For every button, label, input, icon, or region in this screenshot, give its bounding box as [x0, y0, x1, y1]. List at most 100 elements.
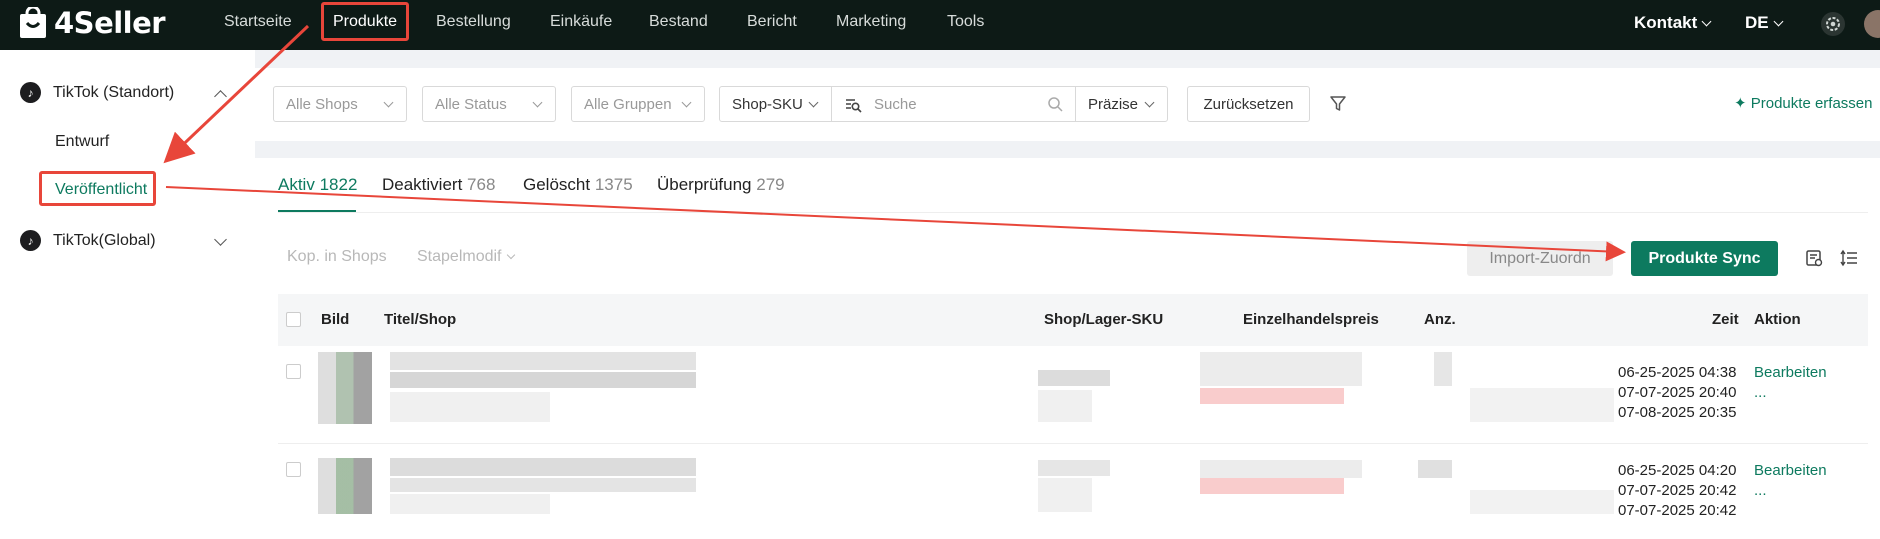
status-select-value: Alle Status: [435, 95, 507, 113]
bulk-edit-button[interactable]: Stapelmodif: [417, 248, 515, 266]
row-checkbox[interactable]: [286, 462, 301, 477]
sidebar-group-label: TikTok (Standort): [53, 83, 175, 101]
product-image[interactable]: [318, 352, 372, 424]
chevron-down-icon: [383, 97, 394, 108]
avatar[interactable]: [1864, 10, 1880, 38]
status-select[interactable]: Alle Status: [422, 86, 556, 122]
chevron-down-icon: [1701, 16, 1712, 27]
bulk-edit-label: Stapelmodif: [417, 248, 502, 265]
tiktok-icon: ♪: [20, 82, 41, 103]
updated-time: 07-07-2025 20:42: [1618, 482, 1737, 499]
gear-icon[interactable]: [1821, 12, 1845, 36]
sidebar-group-tiktok-global[interactable]: ♪ TikTok(Global): [20, 230, 156, 251]
groups-select[interactable]: Alle Gruppen: [571, 86, 705, 122]
product-title: [390, 372, 696, 388]
chevron-down-icon: [532, 97, 543, 108]
price-value: [1200, 388, 1344, 404]
tab-divider: [278, 212, 1868, 213]
match-select[interactable]: Präzise: [1075, 86, 1168, 122]
nav-marketing[interactable]: Marketing: [836, 13, 906, 31]
nav-einkaeufe[interactable]: Einkäufe: [550, 13, 612, 31]
chevron-down-icon: [506, 250, 515, 260]
chevron-down-icon: [681, 97, 692, 108]
updated-time: 07-07-2025 20:40: [1618, 384, 1737, 401]
row-checkbox[interactable]: [286, 364, 301, 379]
filter-icon[interactable]: [1329, 95, 1347, 118]
nav-bestand[interactable]: Bestand: [649, 13, 708, 31]
shops-select-value: Alle Shops: [286, 95, 358, 113]
column-header-action: Aktion: [1754, 311, 1801, 328]
language-menu[interactable]: DE: [1745, 13, 1784, 33]
highlight-sync: [1629, 239, 1780, 278]
select-all-checkbox[interactable]: [286, 312, 301, 327]
tab-count: 1822: [319, 175, 358, 194]
shopping-bag-icon: [18, 5, 48, 39]
qty-value: [1418, 460, 1452, 478]
highlight-produkte: [321, 2, 409, 41]
import-mapping-button[interactable]: Import-Zuordn: [1467, 241, 1613, 276]
tab-label: Aktiv: [278, 175, 315, 194]
tab-count: 1375: [594, 175, 633, 194]
tab-count: 768: [467, 175, 496, 194]
edit-link[interactable]: Bearbeiten: [1754, 364, 1827, 381]
contact-menu[interactable]: Kontakt: [1634, 13, 1712, 33]
shop-name: [390, 494, 550, 514]
brand-name: 4Seller: [54, 6, 166, 40]
tab-geloescht[interactable]: Gelöscht 1375: [523, 175, 633, 195]
search-icon[interactable]: [1047, 96, 1063, 116]
price-value: [1200, 352, 1362, 386]
synced-time: 07-08-2025 20:35: [1618, 404, 1737, 421]
tab-count: 279: [756, 175, 785, 194]
column-header-price: Einzelhandelspreis: [1243, 311, 1379, 328]
tab-ueberpruefung[interactable]: Überprüfung 279: [657, 175, 785, 195]
export-list-icon[interactable]: [1805, 249, 1823, 272]
brand-logo[interactable]: 4Seller: [18, 5, 166, 40]
reset-button[interactable]: Zurücksetzen: [1187, 86, 1310, 122]
column-header-sku: Shop/Lager-SKU: [1044, 311, 1164, 328]
search-scan-icon: [844, 96, 862, 118]
warehouse-sku: [1038, 390, 1092, 422]
column-settings-icon[interactable]: [1840, 249, 1858, 272]
search-field-select[interactable]: Shop-SKU: [719, 86, 832, 122]
sidebar-group-tiktok-standort[interactable]: ♪ TikTok (Standort): [20, 82, 174, 103]
contact-label: Kontakt: [1634, 13, 1698, 32]
product-title: [390, 478, 696, 492]
product-image[interactable]: [318, 458, 372, 514]
capture-products-link[interactable]: ✦ Produkte erfassen: [1734, 94, 1873, 112]
column-header-title: Titel/Shop: [384, 311, 457, 328]
created-time: 06-25-2025 04:20: [1618, 462, 1737, 479]
row-divider: [278, 443, 1868, 444]
product-title[interactable]: [390, 458, 696, 476]
search-field-value: Shop-SKU: [732, 95, 803, 113]
match-select-value: Präzise: [1088, 95, 1139, 113]
copy-to-shops-button[interactable]: Kop. in Shops: [287, 248, 387, 266]
chevron-down-icon: [1773, 16, 1784, 27]
tab-deaktiviert[interactable]: Deaktiviert 768: [382, 175, 495, 195]
edit-link[interactable]: Bearbeiten: [1754, 462, 1827, 479]
tab-aktiv[interactable]: Aktiv 1822: [278, 175, 357, 195]
chevron-down-icon: [1144, 97, 1155, 108]
nav-bestellung[interactable]: Bestellung: [436, 13, 511, 31]
price-value: [1200, 478, 1344, 494]
active-tab-indicator: [278, 210, 356, 212]
sidebar: [0, 50, 255, 539]
top-bar: 4Seller Startseite Produkte Bestellung E…: [0, 0, 1880, 50]
column-header-qty: Anz.: [1424, 311, 1456, 328]
nav-bericht[interactable]: Bericht: [747, 13, 797, 31]
sidebar-item-entwurf[interactable]: Entwurf: [55, 133, 109, 151]
tab-label: Gelöscht: [523, 175, 591, 194]
more-actions-link[interactable]: ...: [1754, 482, 1767, 499]
qty-value: [1470, 490, 1614, 514]
sparkle-icon: ✦: [1734, 95, 1751, 112]
product-title[interactable]: [390, 352, 696, 370]
shop-name: [390, 392, 550, 422]
created-time: 06-25-2025 04:38: [1618, 364, 1737, 381]
tab-label: Überprüfung: [657, 175, 752, 194]
warehouse-sku: [1038, 478, 1092, 512]
nav-startseite[interactable]: Startseite: [224, 13, 292, 31]
more-actions-link[interactable]: ...: [1754, 384, 1767, 401]
shops-select[interactable]: Alle Shops: [273, 86, 407, 122]
qty-value: [1470, 388, 1614, 422]
nav-tools[interactable]: Tools: [947, 13, 984, 31]
search-input[interactable]: Suche: [831, 86, 1076, 122]
